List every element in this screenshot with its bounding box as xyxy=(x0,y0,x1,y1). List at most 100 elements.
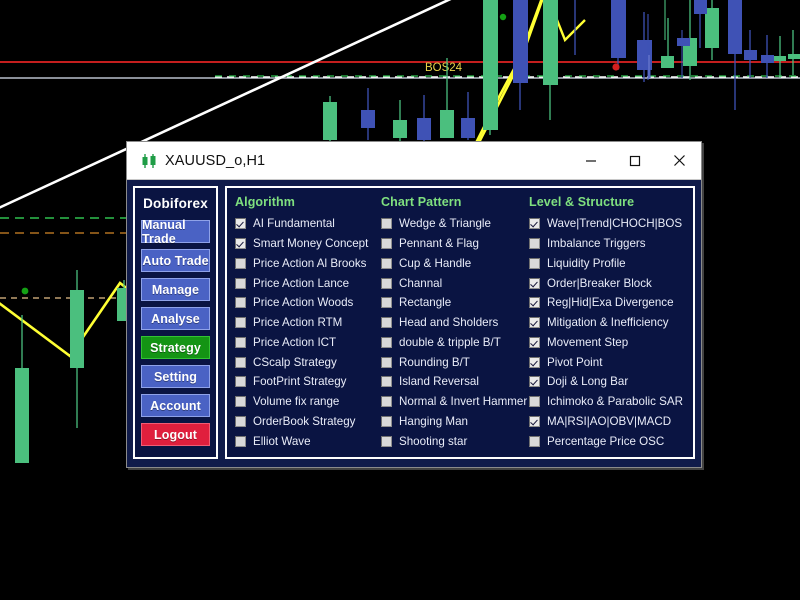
checkbox-checked-icon[interactable] xyxy=(529,336,540,348)
option-row[interactable]: Elliot Wave xyxy=(235,431,381,451)
option-row[interactable]: Channal xyxy=(381,273,529,293)
checkbox-unchecked-icon[interactable] xyxy=(381,277,392,289)
option-row[interactable]: Price Action Al Brooks xyxy=(235,254,381,274)
checkbox-unchecked-icon[interactable] xyxy=(381,396,392,408)
option-row[interactable]: MA|RSI|AO|OBV|MACD xyxy=(529,412,689,432)
option-row[interactable]: OrderBook Strategy xyxy=(235,412,381,432)
checkbox-unchecked-icon[interactable] xyxy=(381,435,392,447)
checkbox-checked-icon[interactable] xyxy=(235,218,246,230)
option-row[interactable]: Percentage Price OSC xyxy=(529,431,689,451)
checkbox-checked-icon[interactable] xyxy=(529,297,540,309)
candlestick-icon xyxy=(136,153,162,169)
option-row[interactable]: FootPrint Strategy xyxy=(235,372,381,392)
option-label: Reg|Hid|Exa Divergence xyxy=(547,296,674,310)
option-row[interactable]: Price Action Woods xyxy=(235,293,381,313)
option-row[interactable]: Head and Sholders xyxy=(381,313,529,333)
option-row[interactable]: double & tripple B/T xyxy=(381,333,529,353)
checkbox-unchecked-icon[interactable] xyxy=(235,376,246,388)
option-row[interactable]: Ichimoko & Parabolic SAR xyxy=(529,392,689,412)
option-row[interactable]: Reg|Hid|Exa Divergence xyxy=(529,293,689,313)
option-row[interactable]: Normal & Invert Hammer xyxy=(381,392,529,412)
option-row[interactable]: AI Fundamental xyxy=(235,214,381,234)
checkbox-unchecked-icon[interactable] xyxy=(235,415,246,427)
checkbox-unchecked-icon[interactable] xyxy=(529,396,540,408)
option-row[interactable]: Volume fix range xyxy=(235,392,381,412)
close-button[interactable] xyxy=(657,142,701,179)
option-row[interactable]: Hanging Man xyxy=(381,412,529,432)
sidebar-button-logout[interactable]: Logout xyxy=(141,423,210,446)
option-row[interactable]: Shooting star xyxy=(381,431,529,451)
checkbox-unchecked-icon[interactable] xyxy=(381,218,392,230)
option-label: Pennant & Flag xyxy=(399,237,479,251)
maximize-button[interactable] xyxy=(613,142,657,179)
option-label: Head and Sholders xyxy=(399,316,499,330)
option-row[interactable]: Cup & Handle xyxy=(381,254,529,274)
option-row[interactable]: Rounding B/T xyxy=(381,352,529,372)
checkbox-checked-icon[interactable] xyxy=(235,238,246,250)
window-controls xyxy=(569,142,701,179)
checkbox-unchecked-icon[interactable] xyxy=(381,356,392,368)
option-row[interactable]: Imbalance Triggers xyxy=(529,234,689,254)
sidebar-button-account[interactable]: Account xyxy=(141,394,210,417)
checkbox-unchecked-icon[interactable] xyxy=(381,415,392,427)
checkbox-unchecked-icon[interactable] xyxy=(381,376,392,388)
sidebar-button-manage[interactable]: Manage xyxy=(141,278,210,301)
option-label: Wedge & Triangle xyxy=(399,217,491,231)
checkbox-unchecked-icon[interactable] xyxy=(529,435,540,447)
sidebar-button-strategy[interactable]: Strategy xyxy=(141,336,210,359)
checkbox-unchecked-icon[interactable] xyxy=(235,277,246,289)
checkbox-checked-icon[interactable] xyxy=(529,218,540,230)
sidebar-button-manual-trade[interactable]: Manual Trade xyxy=(141,218,210,246)
options-column-level-structure: Level & Structure Wave|Trend|CHOCH|BOS Imb… xyxy=(529,195,689,451)
checkbox-unchecked-icon[interactable] xyxy=(235,317,246,329)
dobiforex-window[interactable]: XAUUSD_o,H1 Dobiforex Manual Trade Auto T… xyxy=(126,141,702,468)
option-row[interactable]: Price Action RTM xyxy=(235,313,381,333)
option-label: Price Action Lance xyxy=(253,276,350,290)
option-label: CScalp Strategy xyxy=(253,355,337,369)
options-column-algorithm: Algorithm AI Fundamental Smart Money Conce… xyxy=(235,195,381,451)
option-row[interactable]: Movement Step xyxy=(529,333,689,353)
sidebar-button-setting[interactable]: Setting xyxy=(141,365,210,388)
option-row[interactable]: Price Action ICT xyxy=(235,333,381,353)
option-row[interactable]: Wedge & Triangle xyxy=(381,214,529,234)
option-row[interactable]: Price Action Lance xyxy=(235,273,381,293)
column-header: Level & Structure xyxy=(529,195,635,209)
sidebar-button-analyse[interactable]: Analyse xyxy=(141,307,210,330)
checkbox-checked-icon[interactable] xyxy=(529,415,540,427)
option-row[interactable]: Pivot Point xyxy=(529,352,689,372)
option-row[interactable]: CScalp Strategy xyxy=(235,352,381,372)
checkbox-unchecked-icon[interactable] xyxy=(235,396,246,408)
checkbox-checked-icon[interactable] xyxy=(529,317,540,329)
checkbox-unchecked-icon[interactable] xyxy=(235,356,246,368)
checkbox-checked-icon[interactable] xyxy=(529,376,540,388)
buy-marker-left xyxy=(21,287,29,295)
option-row[interactable]: Pennant & Flag xyxy=(381,234,529,254)
checkbox-checked-icon[interactable] xyxy=(529,356,540,368)
checkbox-unchecked-icon[interactable] xyxy=(381,257,392,269)
sidebar-button-auto-trade[interactable]: Auto Trade xyxy=(141,249,210,272)
column-header: Algorithm xyxy=(235,195,295,209)
checkbox-unchecked-icon[interactable] xyxy=(235,435,246,447)
checkbox-unchecked-icon[interactable] xyxy=(529,238,540,250)
checkbox-unchecked-icon[interactable] xyxy=(381,297,392,309)
window-title-bar[interactable]: XAUUSD_o,H1 xyxy=(127,142,701,180)
option-row[interactable]: Smart Money Concept xyxy=(235,234,381,254)
checkbox-unchecked-icon[interactable] xyxy=(529,257,540,269)
checkbox-unchecked-icon[interactable] xyxy=(381,238,392,250)
checkbox-unchecked-icon[interactable] xyxy=(235,257,246,269)
option-label: Imbalance Triggers xyxy=(547,237,646,251)
option-label: Liquidity Profile xyxy=(547,256,626,270)
option-row[interactable]: Doji & Long Bar xyxy=(529,372,689,392)
minimize-button[interactable] xyxy=(569,142,613,179)
option-row[interactable]: Order|Breaker Block xyxy=(529,273,689,293)
option-row[interactable]: Rectangle xyxy=(381,293,529,313)
checkbox-unchecked-icon[interactable] xyxy=(235,336,246,348)
option-row[interactable]: Wave|Trend|CHOCH|BOS xyxy=(529,214,689,234)
checkbox-checked-icon[interactable] xyxy=(529,277,540,289)
checkbox-unchecked-icon[interactable] xyxy=(235,297,246,309)
option-row[interactable]: Mitigation & Inefficiency xyxy=(529,313,689,333)
checkbox-unchecked-icon[interactable] xyxy=(381,317,392,329)
option-row[interactable]: Island Reversal xyxy=(381,372,529,392)
checkbox-unchecked-icon[interactable] xyxy=(381,336,392,348)
option-row[interactable]: Liquidity Profile xyxy=(529,254,689,274)
